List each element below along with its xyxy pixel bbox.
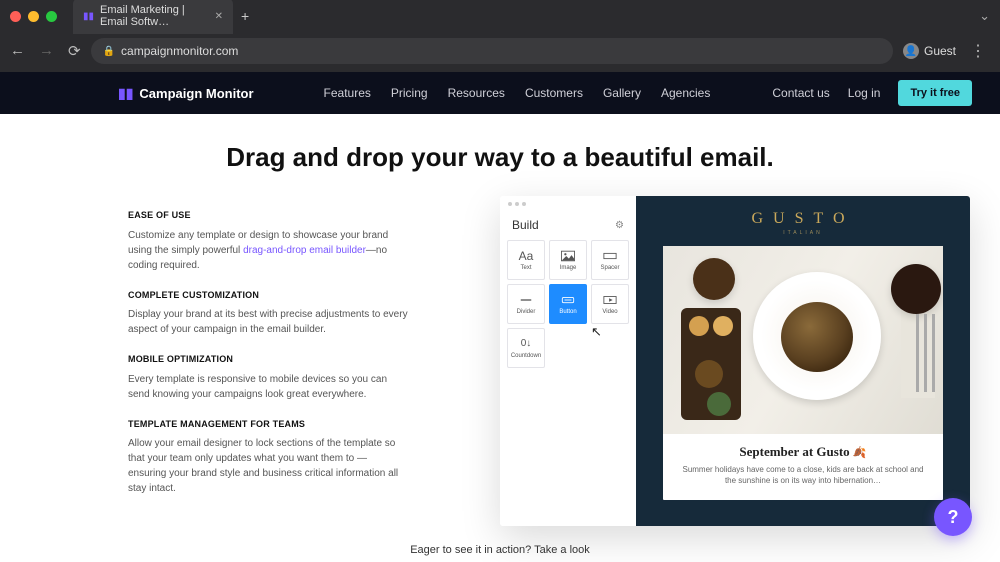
address-bar[interactable]: 🔒 campaignmonitor.com bbox=[91, 38, 893, 64]
spacer-icon bbox=[603, 249, 617, 263]
preview-card: September at Gusto 🍂 Summer holidays hav… bbox=[663, 246, 943, 500]
avatar-icon: 👤 bbox=[903, 43, 919, 59]
lock-icon: 🔒 bbox=[103, 46, 115, 57]
tool-video[interactable]: Video bbox=[591, 284, 629, 324]
tab-favicon: ▮▮ bbox=[83, 11, 94, 22]
builder-link[interactable]: drag-and-drop email builder bbox=[243, 245, 366, 256]
hero-headline: Drag and drop your way to a beautiful em… bbox=[0, 114, 1000, 173]
tab-title: Email Marketing | Email Softw… bbox=[100, 4, 209, 28]
build-panel: Build ⚙ Aa Text Image Spacer Div bbox=[500, 196, 636, 526]
brand-logo[interactable]: ▮▮ Campaign Monitor bbox=[118, 85, 254, 102]
divider-icon bbox=[519, 293, 533, 307]
section-title-teams: TEMPLATE MANAGEMENT FOR TEAMS bbox=[128, 418, 408, 432]
reload-button[interactable]: ⟳ bbox=[68, 42, 81, 60]
tool-button[interactable]: Button bbox=[549, 284, 587, 324]
forward-button[interactable]: → bbox=[39, 42, 54, 60]
nav-customers[interactable]: Customers bbox=[525, 86, 583, 100]
email-preview: GUSTO ITALIAN September at Gusto 🍂 Summe… bbox=[636, 196, 970, 526]
window-dots-icon bbox=[508, 202, 526, 206]
section-title-ease: EASE OF USE bbox=[128, 209, 408, 223]
cta-footer: Eager to see it in action? Take a look bbox=[410, 544, 590, 556]
minimize-icon[interactable] bbox=[28, 11, 39, 22]
leaf-icon: 🍂 bbox=[853, 447, 867, 459]
browser-menu-icon[interactable]: ⋮ bbox=[966, 41, 990, 61]
text-icon: Aa bbox=[519, 249, 534, 263]
preview-article-headline: September at Gusto 🍂 bbox=[677, 444, 929, 460]
tool-spacer[interactable]: Spacer bbox=[591, 240, 629, 280]
back-button[interactable]: ← bbox=[10, 42, 25, 60]
nav-gallery[interactable]: Gallery bbox=[603, 86, 641, 100]
logo-icon: ▮▮ bbox=[118, 85, 133, 102]
preview-brand-sub: ITALIAN bbox=[783, 230, 823, 236]
preview-brand: GUSTO bbox=[751, 210, 854, 228]
login-link[interactable]: Log in bbox=[848, 86, 881, 100]
site-header: ▮▮ Campaign Monitor Features Pricing Res… bbox=[0, 72, 1000, 114]
window-controls[interactable] bbox=[10, 11, 57, 22]
brand-name: Campaign Monitor bbox=[139, 86, 253, 101]
email-builder-preview: Build ⚙ Aa Text Image Spacer Div bbox=[500, 196, 970, 526]
nav-pricing[interactable]: Pricing bbox=[391, 86, 428, 100]
help-button[interactable]: ? bbox=[934, 498, 972, 536]
tool-text[interactable]: Aa Text bbox=[507, 240, 545, 280]
gear-icon[interactable]: ⚙ bbox=[615, 220, 624, 231]
url-text: campaignmonitor.com bbox=[121, 44, 238, 58]
nav-resources[interactable]: Resources bbox=[448, 86, 505, 100]
close-tab-icon[interactable]: ✕ bbox=[215, 11, 223, 22]
tool-image[interactable]: Image bbox=[549, 240, 587, 280]
button-icon bbox=[561, 293, 575, 307]
panel-title: Build bbox=[512, 218, 539, 232]
tool-grid: Aa Text Image Spacer Divider Butto bbox=[508, 240, 628, 368]
close-icon[interactable] bbox=[10, 11, 21, 22]
new-tab-button[interactable]: + bbox=[241, 8, 249, 24]
contact-link[interactable]: Contact us bbox=[772, 86, 829, 100]
profile-label: Guest bbox=[924, 44, 956, 58]
nav-features[interactable]: Features bbox=[324, 86, 371, 100]
preview-article-body: Summer holidays have come to a close, ki… bbox=[677, 464, 929, 486]
preview-hero-image bbox=[663, 246, 943, 434]
section-title-mobile: MOBILE OPTIMIZATION bbox=[128, 353, 408, 367]
countdown-icon: 0↓ bbox=[521, 337, 532, 351]
maximize-icon[interactable] bbox=[46, 11, 57, 22]
browser-chrome: ▮▮ Email Marketing | Email Softw… ✕ + ⌄ … bbox=[0, 0, 1000, 72]
nav-agencies[interactable]: Agencies bbox=[661, 86, 710, 100]
feature-copy: EASE OF USE Customize any template or de… bbox=[128, 209, 408, 512]
tool-divider[interactable]: Divider bbox=[507, 284, 545, 324]
main-nav: Features Pricing Resources Customers Gal… bbox=[324, 86, 711, 100]
browser-tab[interactable]: ▮▮ Email Marketing | Email Softw… ✕ bbox=[73, 0, 233, 34]
try-free-button[interactable]: Try it free bbox=[898, 80, 972, 106]
page-content: Drag and drop your way to a beautiful em… bbox=[0, 114, 1000, 562]
section-body-custom: Display your brand at its best with prec… bbox=[128, 307, 408, 337]
image-icon bbox=[561, 249, 575, 263]
profile-button[interactable]: 👤 Guest bbox=[903, 43, 956, 59]
section-title-custom: COMPLETE CUSTOMIZATION bbox=[128, 289, 408, 303]
tool-countdown[interactable]: 0↓ Countdown bbox=[507, 328, 545, 368]
section-body-mobile: Every template is responsive to mobile d… bbox=[128, 372, 408, 402]
section-body-teams: Allow your email designer to lock sectio… bbox=[128, 436, 408, 496]
video-icon bbox=[603, 293, 617, 307]
tabs-menu-icon[interactable]: ⌄ bbox=[979, 8, 990, 24]
section-body-ease: Customize any template or design to show… bbox=[128, 228, 408, 273]
